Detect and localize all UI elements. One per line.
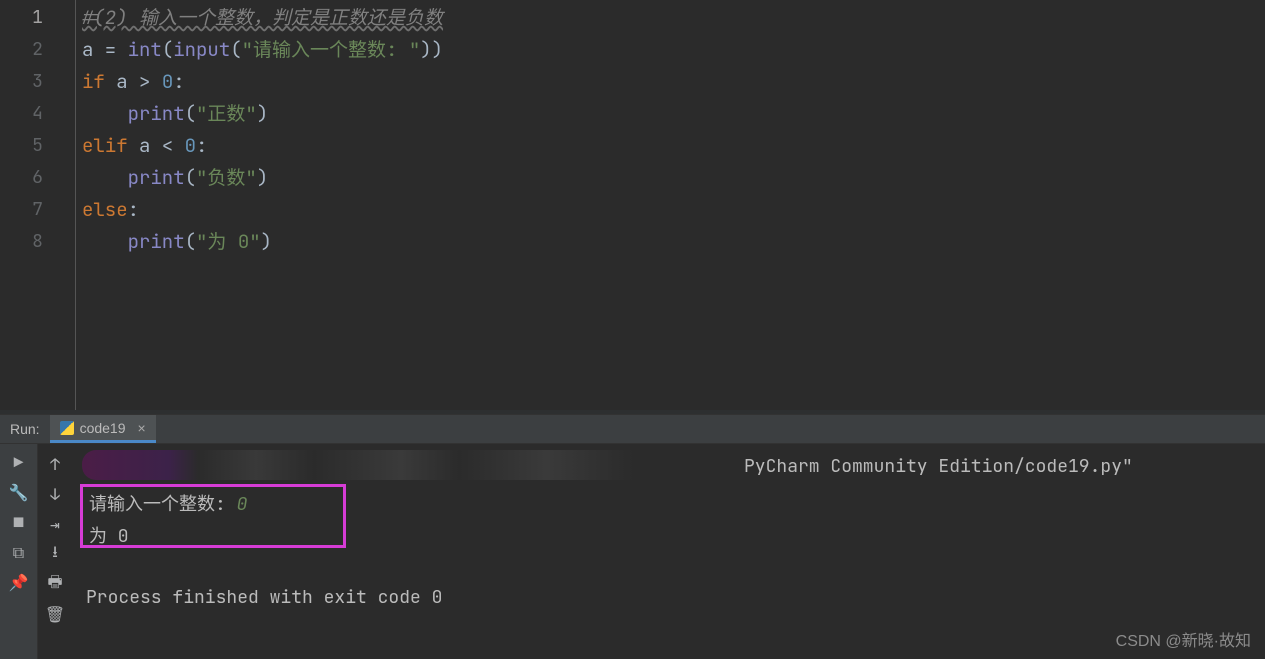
- line-number[interactable]: 5: [0, 130, 75, 162]
- stop-icon[interactable]: ■: [11, 514, 27, 530]
- wrench-icon[interactable]: 🔧: [11, 484, 27, 500]
- path-text: PyCharm Community Edition/code19.py": [744, 451, 1133, 483]
- result-text: 为 0: [89, 521, 343, 553]
- line-number[interactable]: 4: [0, 98, 75, 130]
- code-editor[interactable]: #(2) 输入一个整数，判定是正数还是负数 a = int(input("请输入…: [75, 0, 1265, 410]
- exit-text: Process finished with exit code 0: [86, 582, 442, 614]
- down-icon[interactable]: ↓: [47, 486, 63, 502]
- highlight-box: 请输入一个整数: 0 为 0: [80, 484, 346, 548]
- run-tab[interactable]: code19 ×: [50, 415, 156, 443]
- run-label: Run:: [0, 421, 50, 437]
- console-output[interactable]: PyCharm Community Edition/code19.py" 请输入…: [72, 444, 1265, 659]
- pin-icon[interactable]: 📌: [11, 574, 27, 590]
- line-number[interactable]: 6: [0, 162, 75, 194]
- layout-icon[interactable]: ⧉: [11, 544, 27, 560]
- trash-icon[interactable]: 🗑: [47, 606, 63, 622]
- comment: #(2) 输入一个整数，判定是正数还是负数: [82, 5, 443, 30]
- line-number[interactable]: 8: [0, 226, 75, 258]
- close-icon[interactable]: ×: [138, 420, 146, 436]
- console-toolbar: ↑ ↓ ⇥ ⭳ 🖶 🗑: [38, 444, 72, 659]
- run-tab-label: code19: [80, 420, 126, 436]
- run-tool-bar: Run: code19 ×: [0, 414, 1265, 444]
- python-icon: [60, 421, 74, 435]
- wrap-icon[interactable]: ⇥: [47, 516, 63, 532]
- prompt-text: 请输入一个整数:: [89, 493, 237, 516]
- console-area: ▶ 🔧 ■ ⧉ 📌 ↑ ↓ ⇥ ⭳ 🖶 🗑 PyCharm Community …: [0, 444, 1265, 659]
- up-icon[interactable]: ↑: [47, 456, 63, 472]
- run-icon[interactable]: ▶: [11, 454, 27, 470]
- line-number[interactable]: 7: [0, 194, 75, 226]
- watermark: CSDN @新晓·故知: [1116, 627, 1251, 651]
- gutter: 1 2 3 4 5 6 7 8: [0, 0, 75, 410]
- scroll-icon[interactable]: ⭳: [47, 546, 63, 562]
- editor-area: 1 2 3 4 5 6 7 8 #(2) 输入一个整数，判定是正数还是负数 a …: [0, 0, 1265, 410]
- line-number[interactable]: 1: [0, 2, 75, 34]
- line-number[interactable]: 2: [0, 34, 75, 66]
- line-number[interactable]: 3: [0, 66, 75, 98]
- print-icon[interactable]: 🖶: [47, 576, 63, 592]
- user-input: 0: [237, 493, 248, 516]
- redacted-path: [82, 450, 662, 480]
- run-side-toolbar: ▶ 🔧 ■ ⧉ 📌: [0, 444, 38, 659]
